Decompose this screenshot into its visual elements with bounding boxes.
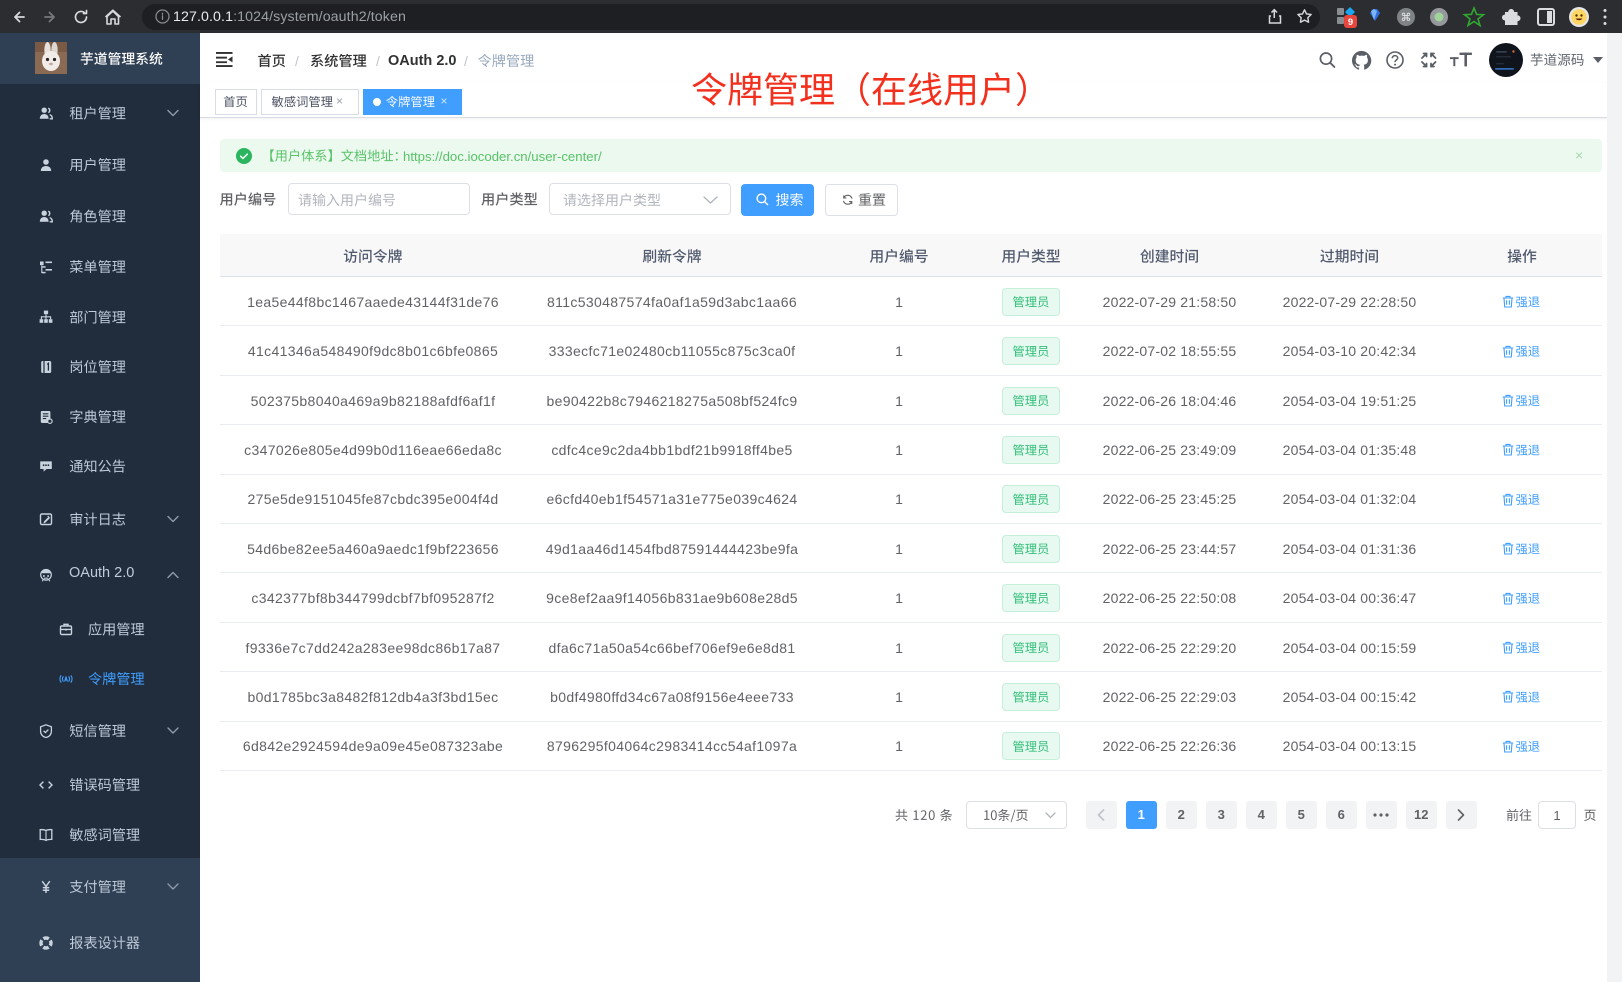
svg-text:9: 9 (1348, 17, 1353, 28)
svg-text:⌘: ⌘ (1401, 12, 1412, 24)
